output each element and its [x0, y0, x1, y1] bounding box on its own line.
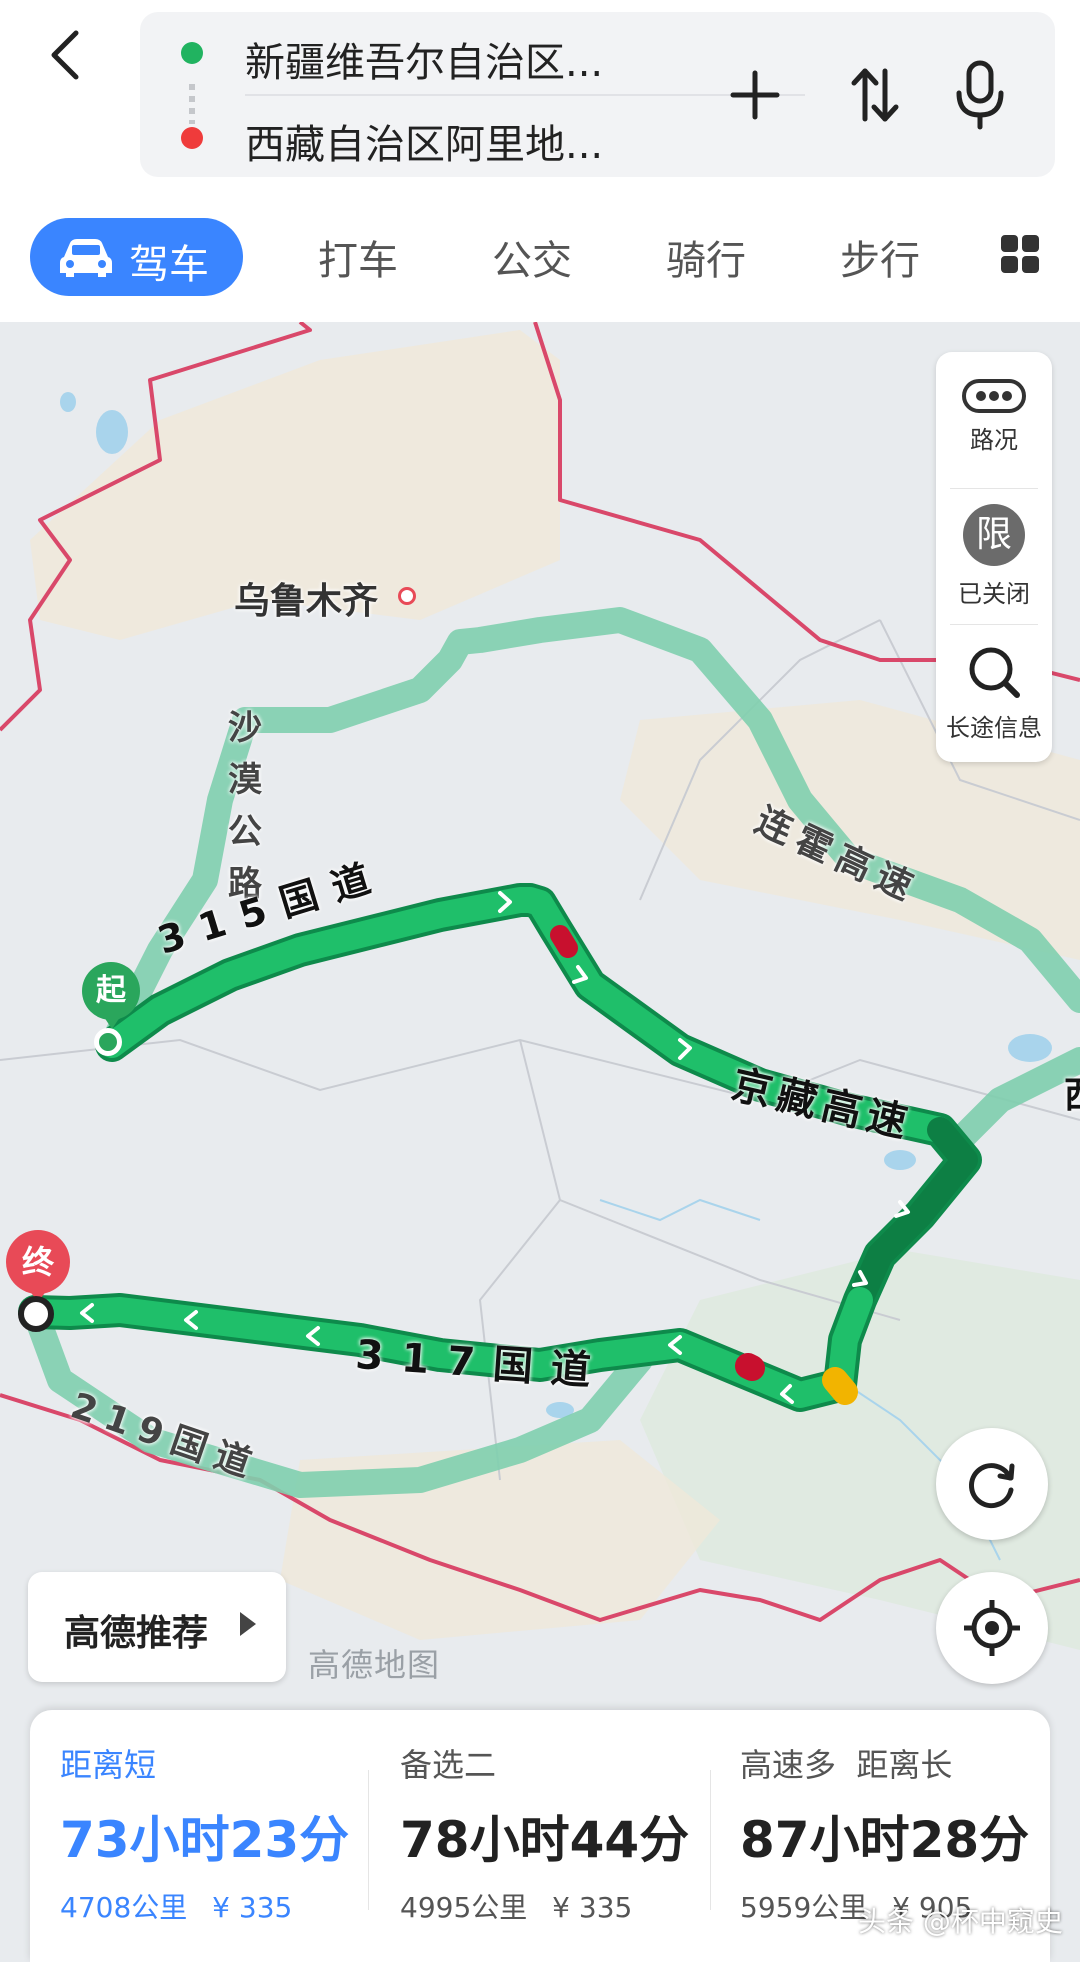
route-toll: ¥ 335: [212, 1891, 293, 1924]
end-marker[interactable]: 终: [6, 1230, 70, 1294]
route-distance: 5959公里: [740, 1891, 868, 1924]
origin-field[interactable]: 新疆维吾尔自治区...: [245, 30, 603, 88]
start-point-icon: [94, 1028, 122, 1056]
address-box: 新疆维吾尔自治区... 西藏自治区阿里地...: [140, 12, 1055, 177]
back-arrow-icon[interactable]: [40, 25, 90, 85]
recommend-label: 高德推荐: [64, 1613, 209, 1654]
route-meta: 4995公里 ¥ 335: [400, 1886, 632, 1926]
destination-field[interactable]: 西藏自治区阿里地...: [245, 112, 603, 170]
refresh-icon: [969, 1463, 1015, 1509]
tab-walking[interactable]: 步行: [840, 228, 920, 286]
traffic-icon: [962, 379, 1026, 413]
tab-drive-label: 驾车: [129, 242, 209, 288]
swap-icon[interactable]: [840, 55, 910, 135]
play-triangle-icon: [240, 1612, 256, 1636]
control-divider: [950, 488, 1038, 489]
map-controls: 路况 限 已关闭 长途信息: [936, 352, 1052, 762]
route-toll: ¥ 335: [552, 1891, 633, 1924]
more-grid-icon[interactable]: [1000, 234, 1040, 274]
start-marker[interactable]: 起: [82, 962, 140, 1020]
end-point-icon: [18, 1296, 54, 1332]
source-watermark: 头条 @杯中窥史: [858, 1905, 1063, 1938]
route-time: 73小时23分: [60, 1811, 350, 1869]
connector-dots: [189, 84, 195, 124]
restriction-icon: 限: [963, 504, 1025, 566]
long-trip-info[interactable]: 长途信息: [936, 642, 1052, 743]
locate-icon: [964, 1600, 1020, 1656]
refresh-button[interactable]: [936, 1428, 1048, 1540]
restriction-label: 已关闭: [958, 580, 1030, 608]
search-icon: [969, 647, 1020, 698]
recommend-button[interactable]: 高德推荐: [28, 1572, 286, 1682]
card-divider: [368, 1770, 369, 1910]
tab-taxi[interactable]: 打车: [318, 228, 398, 286]
add-waypoint-icon[interactable]: [720, 55, 790, 135]
microphone-icon[interactable]: [945, 55, 1015, 135]
route-meta: 4708公里 ¥ 335: [60, 1886, 292, 1926]
top-bar: 新疆维吾尔自治区... 西藏自治区阿里地...: [0, 0, 1080, 195]
destination-dot-icon: [181, 127, 203, 149]
restriction-toggle[interactable]: 限 已关闭: [936, 504, 1052, 609]
car-icon: [60, 239, 112, 277]
traffic-toggle[interactable]: 路况: [936, 378, 1052, 455]
route-tag: 高速多 距离长: [740, 1746, 953, 1784]
route-distance: 4708公里: [60, 1891, 188, 1924]
route-option-1[interactable]: 距离短 73小时23分 4708公里 ¥ 335: [60, 1710, 360, 1962]
tab-transit[interactable]: 公交: [492, 228, 572, 286]
road-label-edge: 西: [1064, 1066, 1080, 1118]
route-tag: 距离短: [60, 1746, 157, 1784]
map-watermark: 高德地图: [308, 1646, 441, 1684]
card-divider: [710, 1770, 711, 1910]
route-time: 87小时28分: [740, 1811, 1030, 1869]
locate-button[interactable]: [936, 1572, 1048, 1684]
route-time: 78小时44分: [400, 1811, 690, 1869]
control-divider: [950, 624, 1038, 625]
city-label-urumqi[interactable]: 乌鲁木齐: [234, 572, 378, 624]
traffic-label: 路况: [970, 426, 1018, 454]
transport-tabs: 驾车 打车 公交 骑行 步行: [0, 200, 1080, 320]
route-option-2[interactable]: 备选二 78小时44分 4995公里 ¥ 335: [400, 1710, 710, 1962]
long-trip-label: 长途信息: [946, 714, 1042, 742]
tab-cycling[interactable]: 骑行: [666, 228, 746, 286]
origin-dot-icon: [181, 42, 203, 64]
tab-drive[interactable]: 驾车: [30, 218, 243, 296]
route-tag: 备选二: [400, 1746, 497, 1784]
city-dot-icon: [398, 587, 416, 605]
route-distance: 4995公里: [400, 1891, 528, 1924]
